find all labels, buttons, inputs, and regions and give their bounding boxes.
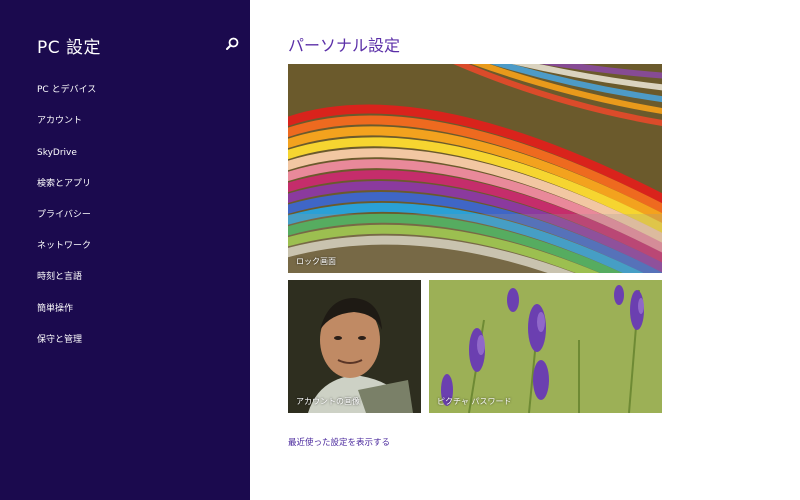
picture-password-label: ピクチャ パスワード [437, 397, 512, 406]
account-picture-image [288, 280, 421, 413]
sidebar-item-update-recovery[interactable]: 保守と管理 [37, 331, 82, 349]
sidebar-item-skydrive[interactable]: SkyDrive [37, 144, 77, 162]
page-title: パーソナル設定 [288, 36, 401, 55]
picture-password-tile[interactable]: ピクチャ パスワード [429, 280, 662, 413]
picture-password-image [429, 280, 662, 413]
lock-screen-image [288, 64, 662, 273]
sidebar-item-time-language[interactable]: 時刻と言語 [37, 268, 82, 286]
sidebar-item-search-apps[interactable]: 検索とアプリ [37, 175, 91, 193]
sidebar-item-privacy[interactable]: プライバシー [37, 206, 91, 224]
sidebar-item-ease-of-access[interactable]: 簡単操作 [37, 300, 73, 318]
account-picture-tile[interactable]: アカウントの画像 [288, 280, 421, 413]
lock-screen-tile[interactable]: ロック画面 [288, 64, 662, 273]
sidebar: PC 設定 PC とデバイス アカウント SkyDrive 検索とアプリ プライ… [0, 0, 250, 500]
lock-screen-label: ロック画面 [296, 257, 336, 266]
recent-settings-link[interactable]: 最近使った設定を表示する [288, 436, 390, 448]
sidebar-title: PC 設定 [37, 38, 102, 58]
sidebar-item-accounts[interactable]: アカウント [37, 112, 82, 130]
sidebar-item-network[interactable]: ネットワーク [37, 237, 91, 255]
account-picture-label: アカウントの画像 [296, 397, 360, 406]
sidebar-item-pc-devices[interactable]: PC とデバイス [37, 81, 96, 99]
search-icon[interactable] [224, 36, 240, 52]
